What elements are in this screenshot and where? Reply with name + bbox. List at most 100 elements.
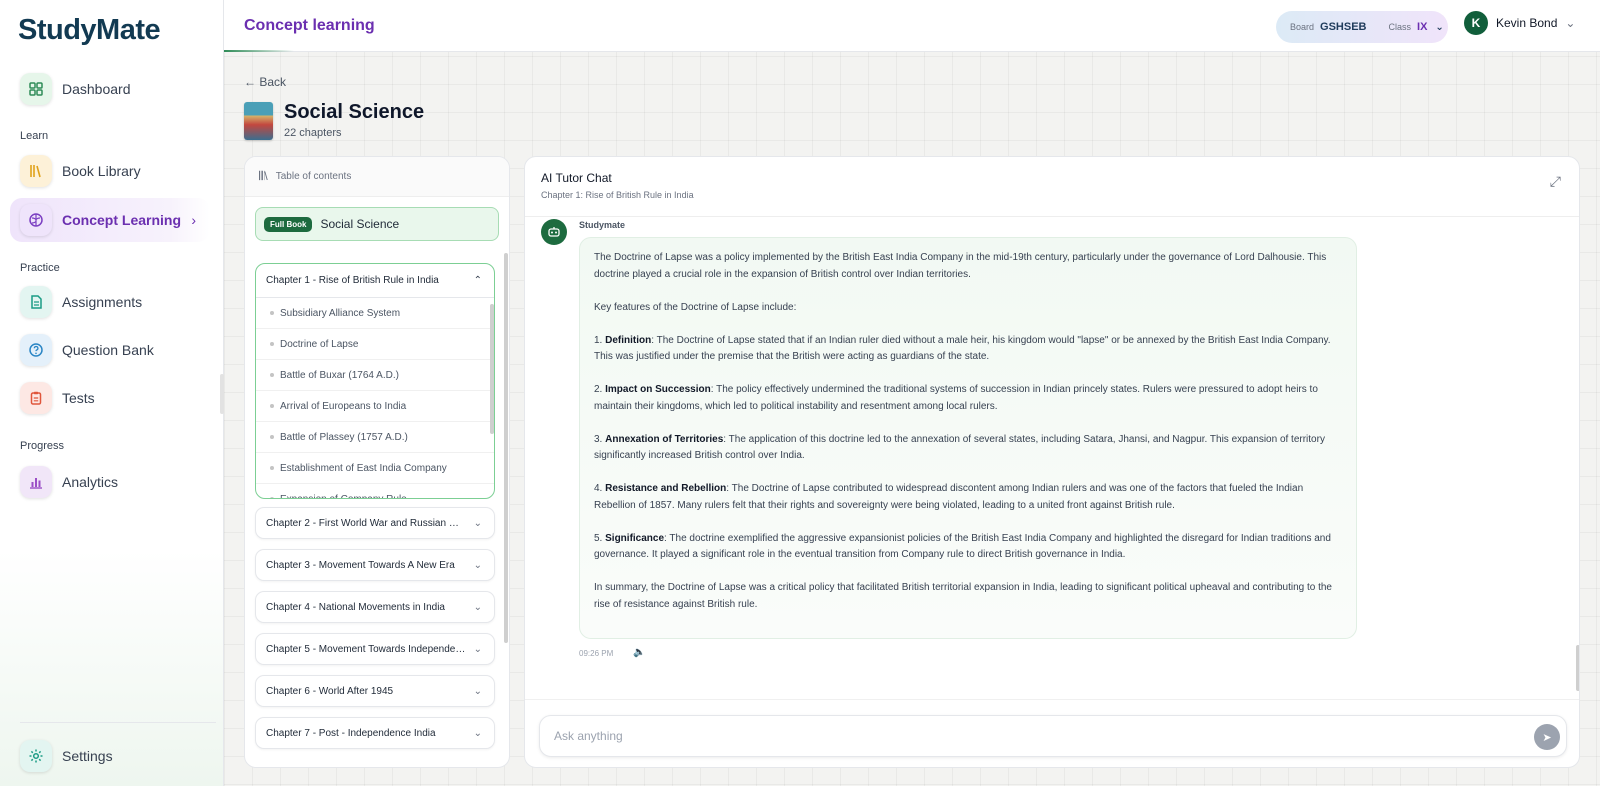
chapter-item-5[interactable]: Chapter 5 - Movement Towards Independenc… bbox=[255, 633, 495, 665]
chat-title: AI Tutor Chat bbox=[541, 171, 612, 185]
chevron-down-icon: ⌄ bbox=[473, 517, 482, 529]
chevron-down-icon: ⌄ bbox=[1565, 16, 1576, 30]
send-icon[interactable]: ➤ bbox=[1534, 724, 1560, 750]
grid-icon bbox=[20, 73, 52, 105]
class-label: Class bbox=[1388, 22, 1412, 32]
full-book-item[interactable]: Full Book Social Science bbox=[255, 207, 499, 241]
full-book-name: Social Science bbox=[320, 217, 400, 231]
chapter-1-expanded: Chapter 1 - Rise of British Rule in Indi… bbox=[255, 263, 495, 499]
chevron-down-icon: ⌄ bbox=[473, 727, 482, 739]
bot-name: Studymate bbox=[579, 220, 626, 230]
message-timestamp: 09:26 PM bbox=[579, 649, 614, 658]
clipboard-icon bbox=[20, 382, 52, 414]
class-value: IX bbox=[1417, 21, 1428, 33]
table-of-contents-panel: 𝄃𝄃\ Table of contents Full Book Social S… bbox=[244, 156, 510, 768]
bar-chart-icon bbox=[20, 466, 52, 498]
topic-item[interactable]: Doctrine of Lapse bbox=[256, 329, 494, 360]
speaker-icon[interactable]: 🔈 bbox=[633, 647, 645, 658]
document-icon bbox=[20, 286, 52, 318]
sidebar-item-book-library[interactable]: Book Library bbox=[10, 149, 210, 193]
topic-item[interactable]: Establishment of East India Company bbox=[256, 453, 494, 484]
sidebar-item-concept-learning[interactable]: Concept Learning › bbox=[10, 198, 210, 242]
sidebar-item-assignments[interactable]: Assignments bbox=[10, 280, 210, 324]
sidebar-resize-handle[interactable] bbox=[220, 374, 224, 414]
topic-item[interactable]: Battle of Plassey (1757 A.D.) bbox=[256, 422, 494, 453]
sidebar-item-dashboard[interactable]: Dashboard bbox=[10, 67, 210, 111]
sidebar-item-analytics[interactable]: Analytics bbox=[10, 460, 210, 504]
chapter-1-header[interactable]: Chapter 1 - Rise of British Rule in Indi… bbox=[256, 264, 494, 298]
chat-input-bar: ➤ bbox=[539, 715, 1567, 757]
chevron-up-icon: ⌃ bbox=[473, 275, 482, 286]
chapter-title: Chapter 3 - Movement Towards A New Era bbox=[266, 559, 455, 571]
message-point: 4. Resistance and Rebellion: The Doctrin… bbox=[594, 483, 1304, 511]
sidebar-item-label: Assignments bbox=[62, 294, 143, 310]
chapter-item-2[interactable]: Chapter 2 - First World War and Russian … bbox=[255, 507, 495, 539]
chapter-item-4[interactable]: Chapter 4 - National Movements in India ⌄ bbox=[255, 591, 495, 623]
chat-scrollbar[interactable] bbox=[1576, 645, 1579, 691]
divider bbox=[525, 699, 1579, 700]
chapter-item-7[interactable]: Chapter 7 - Post - Independence India ⌄ bbox=[255, 717, 495, 749]
arrow-left-icon: ← bbox=[244, 75, 256, 89]
board-label: Board bbox=[1290, 22, 1315, 32]
message-point: 2. Impact on Succession: The policy effe… bbox=[594, 384, 1318, 412]
sidebar-item-label: Book Library bbox=[62, 163, 141, 179]
chapter-title: Chapter 4 - National Movements in India bbox=[266, 601, 445, 613]
chat-header: AI Tutor Chat Chapter 1: Rise of British… bbox=[525, 157, 1579, 217]
chapters-count: 22 chapters bbox=[284, 127, 342, 139]
expand-icon[interactable]: ⤢ bbox=[1550, 173, 1561, 190]
chapter-title: Chapter 1 - Rise of British Rule in Indi… bbox=[266, 275, 439, 286]
back-label: Back bbox=[259, 75, 287, 89]
brain-icon bbox=[20, 204, 52, 236]
sidebar-item-settings[interactable]: Settings bbox=[10, 734, 210, 778]
message-point: 1. Definition: The Doctrine of Lapse sta… bbox=[594, 334, 1331, 363]
chevron-down-icon: ⌄ bbox=[473, 643, 482, 655]
chevron-down-icon: ⌄ bbox=[473, 559, 482, 571]
chapter-title: Chapter 5 - Movement Towards Independenc… bbox=[266, 643, 466, 655]
message-paragraph: Key features of the Doctrine of Lapse in… bbox=[594, 301, 797, 313]
books-icon bbox=[20, 155, 52, 187]
gear-icon bbox=[20, 740, 52, 772]
topics-scrollbar[interactable] bbox=[490, 304, 494, 434]
avatar: K bbox=[1464, 11, 1488, 35]
sidebar-item-label: Analytics bbox=[62, 474, 119, 490]
bot-icon bbox=[541, 219, 567, 245]
ai-tutor-chat-panel: AI Tutor Chat Chapter 1: Rise of British… bbox=[524, 156, 1580, 768]
toc-scrollbar[interactable] bbox=[504, 253, 508, 643]
app-logo[interactable]: StudyMate bbox=[18, 14, 161, 47]
chevron-right-icon: › bbox=[191, 212, 196, 228]
message-point: 5. Significance: The doctrine exemplifie… bbox=[594, 532, 1331, 561]
topic-item[interactable]: Expansion of Company Rule bbox=[256, 484, 494, 498]
assistant-message: The Doctrine of Lapse was a policy imple… bbox=[579, 237, 1357, 639]
chevron-down-icon: ⌄ bbox=[473, 685, 482, 697]
sidebar-item-question-bank[interactable]: Question Bank bbox=[10, 328, 210, 372]
section-label-progress: Progress bbox=[20, 440, 65, 452]
chapter-title: Chapter 2 - First World War and Russian … bbox=[266, 517, 466, 529]
title-underline bbox=[224, 50, 294, 52]
page-title: Concept learning bbox=[244, 17, 375, 34]
ask-input[interactable] bbox=[554, 729, 1494, 743]
toc-title: Table of contents bbox=[275, 171, 352, 182]
back-link[interactable]: ← Back bbox=[244, 75, 286, 89]
sidebar-divider bbox=[20, 722, 216, 723]
sidebar-item-label: Settings bbox=[62, 748, 113, 764]
full-book-badge: Full Book bbox=[264, 216, 313, 232]
chapter-item-3[interactable]: Chapter 3 - Movement Towards A New Era ⌄ bbox=[255, 549, 495, 581]
message-paragraph: The Doctrine of Lapse was a policy imple… bbox=[594, 252, 1327, 280]
chevron-down-icon: ⌄ bbox=[1435, 21, 1444, 33]
topic-item[interactable]: Arrival of Europeans to India bbox=[256, 391, 494, 422]
sidebar-item-label: Concept Learning bbox=[62, 212, 182, 228]
topic-item[interactable]: Subsidiary Alliance System bbox=[256, 298, 494, 329]
section-label-practice: Practice bbox=[20, 262, 60, 274]
topic-item[interactable]: Battle of Buxar (1764 A.D.) bbox=[256, 360, 494, 391]
message-paragraph: In summary, the Doctrine of Lapse was a … bbox=[594, 582, 1332, 610]
board-value: GSHSEB bbox=[1320, 21, 1367, 33]
subject-title: Social Science bbox=[284, 101, 425, 123]
top-header: Concept learning Board GSHSEB Class IX ⌄… bbox=[224, 0, 1600, 52]
board-class-selector[interactable]: Board GSHSEB Class IX ⌄ bbox=[1276, 11, 1448, 43]
sidebar: StudyMate Dashboard Learn Book Library C… bbox=[0, 0, 224, 786]
sidebar-item-label: Question Bank bbox=[62, 342, 154, 358]
message-point: 3. Annexation of Territories: The applic… bbox=[594, 433, 1325, 462]
user-menu[interactable]: K Kevin Bond ⌄ bbox=[1464, 11, 1575, 35]
chapter-item-6[interactable]: Chapter 6 - World After 1945 ⌄ bbox=[255, 675, 495, 707]
sidebar-item-tests[interactable]: Tests bbox=[10, 376, 210, 420]
